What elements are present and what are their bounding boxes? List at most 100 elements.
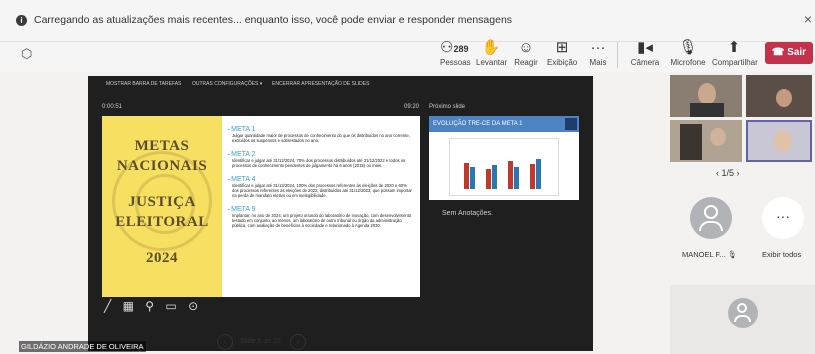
info-icon: i	[16, 15, 27, 26]
logo-icon	[565, 118, 577, 130]
react-label: Reagir	[514, 58, 538, 67]
banner-message: Carregando as atualizações mais recentes…	[34, 14, 513, 26]
close-icon[interactable]: ×	[804, 11, 812, 27]
participant-body	[680, 124, 702, 160]
slide-title-line: JUSTIÇA	[128, 194, 196, 210]
hand-icon: ✋	[481, 39, 501, 56]
slide-title-panel: METAS NACIONAIS JUSTIÇA ELEITORAL 2024	[102, 116, 222, 297]
more-options-icon[interactable]: ⊙	[188, 299, 198, 313]
end-show-control[interactable]: ENCERRAR APRESENTAÇÃO DE SLIDES	[272, 81, 369, 87]
mini-bar	[508, 161, 513, 189]
presenter-name-tag: GILDÁZIO ANDRADE DE OLIVEIRA	[19, 341, 146, 352]
mini-bar	[470, 167, 475, 189]
taskbar-control[interactable]: MOSTRAR BARRA DE TAREFAS	[106, 81, 181, 87]
react-button[interactable]: ☺ Reagir	[513, 38, 539, 67]
next-slide-label: Próximo slide	[429, 104, 466, 110]
ellipsis-icon: ···	[776, 208, 790, 224]
more-button[interactable]: ··· Mais	[587, 38, 609, 67]
ellipsis-icon: ···	[590, 39, 606, 56]
mini-bar	[464, 163, 469, 189]
share-label: Compartilhar	[712, 58, 758, 67]
notification-banner: i Carregando as atualizações mais recent…	[0, 0, 815, 42]
chevron-right-icon: ›	[296, 337, 300, 346]
next-slide-button[interactable]: ›	[290, 334, 306, 350]
next-slide-title: EVOLUÇÃO TRE-CE DA META 1	[429, 116, 579, 132]
slide-title-line: ELEITORAL	[115, 214, 209, 230]
participant-name-text: MANOEL F...	[682, 250, 726, 259]
avatar[interactable]	[690, 197, 732, 239]
page-indicator-text: 1/5	[721, 168, 735, 178]
mini-bar	[514, 167, 519, 189]
slide-counter: Slide 5 de 22	[240, 338, 281, 345]
zoom-icon[interactable]: ⚲	[145, 299, 154, 313]
share-button[interactable]: ⬆ Compartilhar	[712, 38, 758, 67]
mic-button[interactable]: 🎙 Microfone	[670, 38, 706, 67]
raise-label: Levantar	[476, 58, 508, 67]
mic-label: Microfone	[670, 58, 706, 67]
video-tile[interactable]	[670, 120, 742, 162]
chevron-left-icon: ‹	[223, 337, 227, 346]
presenter-controls: MOSTRAR BARRA DE TAREFAS OUTRAS CONFIGUR…	[88, 76, 593, 92]
meta-text: Identificar e julgar até 31/12/2024, 70%…	[232, 158, 406, 168]
meta-title: META 1	[228, 126, 414, 133]
presenter-view: MOSTRAR BARRA DE TAREFAS OUTRAS CONFIGUR…	[88, 76, 593, 351]
grid-icon: ⊞	[555, 39, 569, 56]
toolbar-divider	[617, 42, 618, 68]
settings-control[interactable]: OUTRAS CONFIGURAÇÕES ▾	[192, 81, 262, 87]
mini-chart-graphic	[449, 138, 559, 196]
page-indicator: ‹ 1/5 ›	[716, 168, 740, 178]
video-tile[interactable]	[670, 75, 742, 117]
current-slide: METAS NACIONAIS JUSTIÇA ELEITORAL 2024 M…	[102, 116, 420, 297]
video-tile-active[interactable]	[746, 120, 812, 162]
meta-title: META 9	[228, 206, 414, 213]
slide-title-line: 2024	[146, 250, 178, 266]
camera-off-icon: ▮◂	[637, 39, 653, 56]
presentation-timer: 0:00:51	[102, 104, 123, 110]
prev-slide-button[interactable]: ‹	[217, 334, 233, 350]
camera-button[interactable]: ▮◂ Câmera	[630, 38, 660, 67]
mini-bar	[530, 164, 535, 189]
people-count: 289	[453, 44, 469, 54]
participant-panel: ‹ 1/5 › ··· MANOEL F... 🎙 Exibir todos	[670, 72, 815, 354]
participant-face	[776, 89, 792, 107]
show-all-label[interactable]: Exibir todos	[762, 250, 801, 259]
pen-icon[interactable]: ╱	[104, 299, 111, 313]
slide-title-line: METAS	[134, 138, 190, 154]
view-button[interactable]: ⊞ Exibição	[547, 38, 577, 67]
raise-hand-button[interactable]: ✋ Levantar	[476, 38, 508, 67]
slide-title-line: NACIONAIS	[116, 158, 208, 174]
person-icon-head	[737, 303, 747, 313]
metas-list: META 1 Julgar quantidade maior de proces…	[228, 122, 414, 228]
screen-icon[interactable]: ▭	[165, 299, 176, 313]
meeting-toolbar: ⬡ ⚇289 Pessoas ✋ Levantar ☺ Reagir ⊞ Exi…	[0, 39, 815, 72]
participant-face	[774, 130, 792, 152]
self-view-tile[interactable]	[670, 285, 815, 354]
meta-text: Julgar quantidade maior de processos de …	[232, 133, 410, 143]
meta-text: Identificar e julgar até 31/12/2024, 100…	[232, 183, 412, 198]
participant-face	[698, 83, 716, 105]
meta-title: META 4	[228, 176, 414, 183]
mic-muted-icon: 🎙	[727, 250, 738, 259]
more-participants-button[interactable]: ···	[762, 197, 804, 239]
participant-body	[690, 103, 724, 117]
next-slide-preview[interactable]: EVOLUÇÃO TRE-CE DA META 1	[429, 116, 579, 200]
camera-label: Câmera	[630, 58, 660, 67]
people-label: Pessoas	[440, 58, 471, 67]
presentation-clock: 09:20	[404, 104, 420, 110]
mini-bar	[492, 165, 497, 189]
mic-off-icon: 🎙	[678, 39, 698, 56]
meta-text: Implantar, no ano de 2024, um projeto or…	[232, 213, 412, 228]
view-label: Exibição	[547, 58, 578, 67]
shared-content-area: MOSTRAR BARRA DE TAREFAS OUTRAS CONFIGUR…	[0, 72, 670, 354]
mini-bar	[536, 159, 541, 189]
leave-button[interactable]: ☎ Sair	[765, 42, 813, 64]
all-slides-icon[interactable]: ▦	[123, 299, 134, 313]
video-tile[interactable]	[746, 75, 812, 117]
person-icon-body	[699, 221, 723, 231]
shield-icon[interactable]: ⬡	[21, 46, 32, 62]
participant-name: MANOEL F... 🎙	[682, 250, 737, 259]
participant-face	[710, 128, 726, 146]
share-icon: ⬆	[727, 39, 741, 56]
people-button[interactable]: ⚇289 Pessoas	[440, 38, 471, 67]
chevron-right-icon[interactable]: ›	[734, 168, 740, 178]
